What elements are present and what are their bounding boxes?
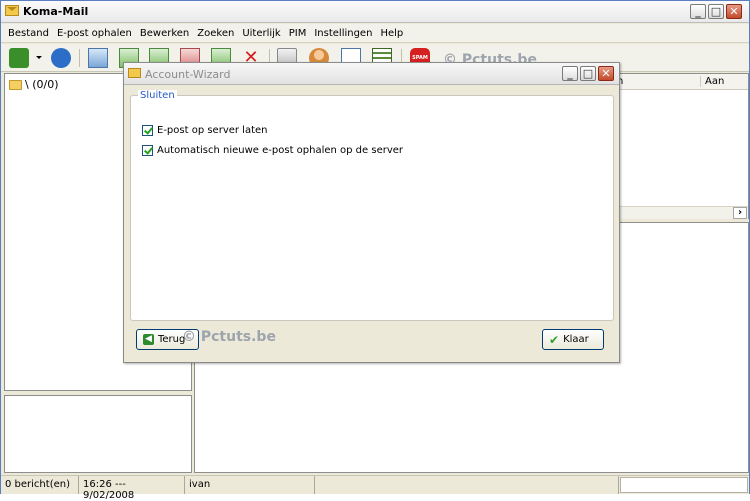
close-button[interactable]: ✕ <box>726 4 742 19</box>
checkbox-checked-icon[interactable] <box>142 125 153 136</box>
window-controls: _ □ ✕ <box>690 4 742 19</box>
menu-zoeken[interactable]: Zoeken <box>193 28 238 39</box>
dialog-window-controls: _ □ ✕ <box>562 66 614 81</box>
checkbox-label: E-post op server laten <box>157 125 268 136</box>
dialog-title-bar: Account-Wizard _ □ ✕ <box>124 63 619 85</box>
status-message-count: 0 bericht(en) <box>1 476 79 494</box>
dropdown-arrow-icon[interactable] <box>36 56 42 59</box>
new-mail-icon[interactable] <box>88 48 108 68</box>
menu-e-post-ophalen[interactable]: E-post ophalen <box>53 28 136 39</box>
minimize-icon: _ <box>695 5 701 18</box>
minimize-icon: _ <box>567 67 573 80</box>
dialog-maximize-button[interactable]: □ <box>580 66 596 81</box>
menu-bar: Bestand E-post ophalen Bewerken Zoeken U… <box>1 24 749 43</box>
maximize-icon: □ <box>582 67 594 80</box>
finish-button-label: Klaar <box>563 334 589 345</box>
folder-root[interactable]: \ (0/0) <box>9 78 59 91</box>
account-wizard-dialog: Account-Wizard _ □ ✕ Sluiten E-post op s… <box>123 62 620 363</box>
toolbar-separator <box>79 49 80 67</box>
watermark-text: © Pctuts.be <box>182 329 276 345</box>
mail-envelope-icon <box>5 5 19 16</box>
status-datetime: 16:26 --- 9/02/2008 <box>79 476 185 501</box>
download-icon[interactable] <box>9 48 29 68</box>
keep-mail-on-server-checkbox[interactable]: E-post op server laten <box>142 125 268 136</box>
close-icon: ✕ <box>601 67 611 80</box>
back-arrow-icon: ◀ <box>143 334 154 345</box>
dialog-close-button[interactable]: ✕ <box>598 66 614 81</box>
scroll-right-icon[interactable]: › <box>733 207 747 219</box>
status-progress-panel <box>620 477 748 493</box>
status-bar: 0 bericht(en) 16:26 --- 9/02/2008 ivan <box>1 475 749 501</box>
mail-envelope-icon <box>128 68 141 78</box>
maximize-button[interactable]: □ <box>708 4 724 19</box>
menu-bewerken[interactable]: Bewerken <box>136 28 193 39</box>
sync-icon[interactable] <box>51 48 71 68</box>
window-title: Koma-Mail <box>23 5 89 18</box>
group-label: Sluiten <box>138 90 177 101</box>
menu-instellingen[interactable]: Instellingen <box>310 28 376 39</box>
finish-button[interactable]: ✔ Klaar <box>542 329 604 350</box>
status-user: ivan <box>185 476 315 494</box>
close-icon: ✕ <box>729 5 739 18</box>
maximize-icon: □ <box>710 5 722 18</box>
folder-root-label: \ (0/0) <box>25 78 59 91</box>
menu-uiterlijk[interactable]: Uiterlijk <box>238 28 284 39</box>
dialog-minimize-button[interactable]: _ <box>562 66 578 81</box>
menu-pim[interactable]: PIM <box>285 28 311 39</box>
folder-icon <box>9 79 22 90</box>
auto-fetch-mail-checkbox[interactable]: Automatisch nieuwe e-post ophalen op de … <box>142 145 403 156</box>
checkmark-icon: ✔ <box>549 332 560 347</box>
dialog-title: Account-Wizard <box>145 68 231 81</box>
status-empty-panel <box>315 476 619 494</box>
minimize-button[interactable]: _ <box>690 4 706 19</box>
menu-bestand[interactable]: Bestand <box>4 28 53 39</box>
menu-help[interactable]: Help <box>376 28 407 39</box>
checkbox-label: Automatisch nieuwe e-post ophalen op de … <box>157 145 404 156</box>
title-bar: Koma-Mail _ □ ✕ <box>1 1 749 23</box>
checkbox-checked-icon[interactable] <box>142 145 153 156</box>
folder-detail-pane <box>4 395 192 473</box>
column-header-to[interactable]: Aan <box>700 76 724 87</box>
